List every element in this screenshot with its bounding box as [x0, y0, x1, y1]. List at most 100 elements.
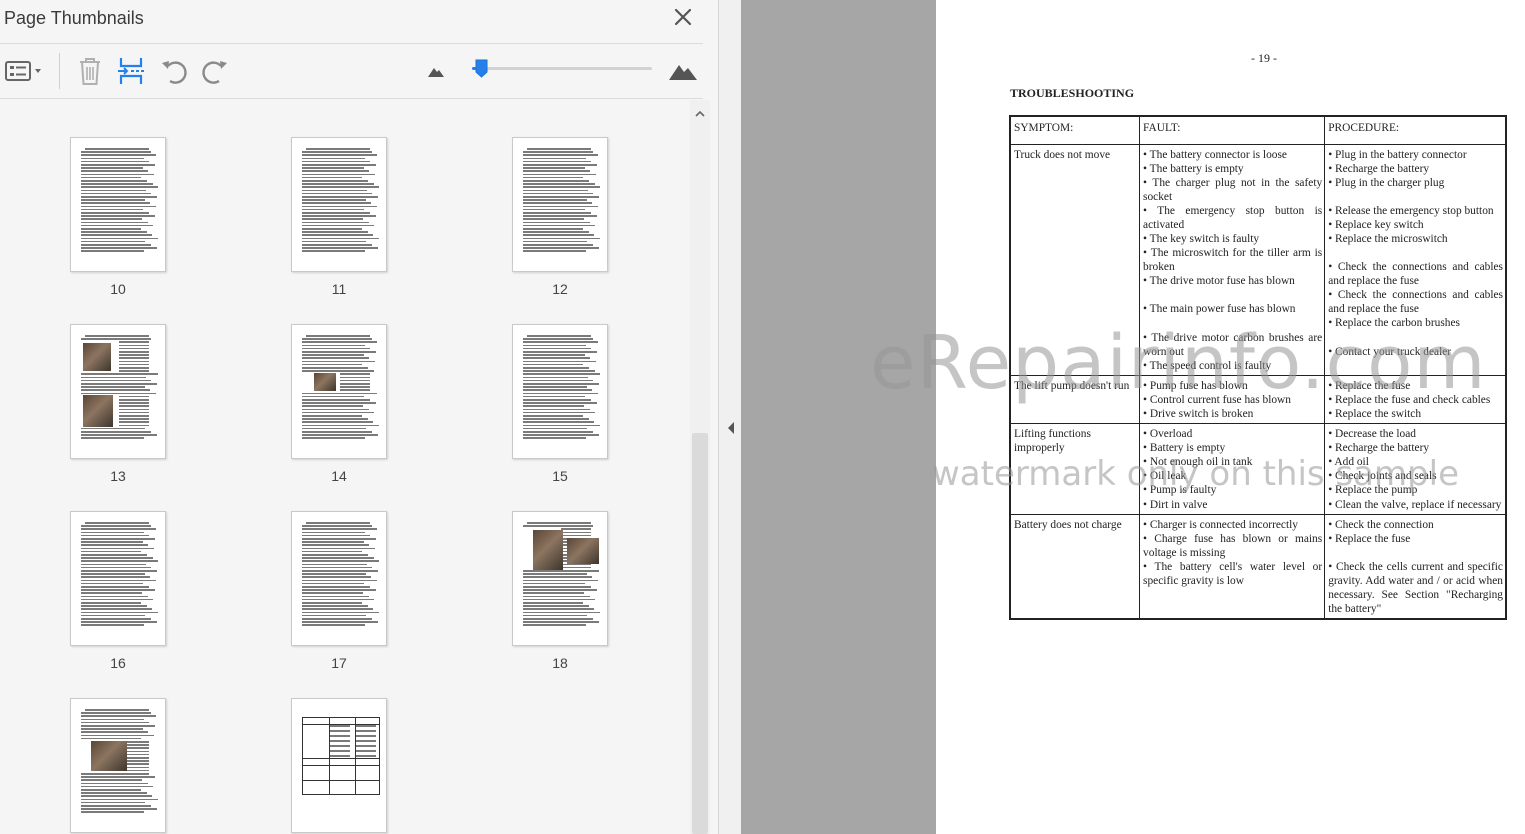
insert-page-icon — [118, 58, 144, 84]
scroll-up-arrow-icon[interactable] — [694, 108, 706, 120]
procedure-item: • Replace the switch — [1328, 408, 1422, 420]
fault-item: • The drive motor fuse has blown — [1143, 275, 1295, 288]
page-thumbnail[interactable]: 15 — [512, 324, 608, 484]
fault-item: • Control current fuse has blown — [1143, 393, 1291, 406]
toolbar-divider — [59, 53, 60, 89]
page-thumbnail[interactable]: 14 — [291, 324, 387, 484]
fault-item: • The battery cell's water level or spec… — [1143, 560, 1323, 588]
procedure-item: • Replace the fuse — [1328, 379, 1411, 392]
page-number: - 19 - — [1251, 51, 1277, 65]
thumbnail-page-preview — [291, 511, 387, 646]
options-menu-button[interactable] — [4, 55, 46, 87]
document-page[interactable]: - 19 - TROUBLESHOOTING SYMPTOM: FAULT: P… — [936, 0, 1525, 834]
thumbnail-grid: 10 11 12 13 14 15 16 17 18 19 20 — [0, 100, 690, 834]
thumbnail-page-preview — [70, 698, 166, 833]
page-thumbnail[interactable]: 11 — [291, 137, 387, 297]
symptom-cell: Battery does not charge — [1009, 513, 1141, 620]
fault-item: • Not enough oil in tank — [1143, 456, 1253, 469]
fault-item: • The emergency stop button is activated — [1143, 204, 1323, 231]
panel-splitter[interactable] — [718, 0, 741, 834]
table-row: Lifting functions improperly • Overload • … — [1009, 423, 1507, 515]
rotate-right-button[interactable] — [200, 55, 230, 87]
procedure-item: • Check joints and seals — [1328, 470, 1437, 483]
thumbnail-page-preview — [291, 324, 387, 459]
fault-item: • Battery is empty — [1143, 442, 1226, 455]
procedure-item: • Check the connections and cables and r… — [1328, 289, 1503, 316]
page-thumbnail[interactable]: 20 — [291, 698, 387, 833]
delete-pages-button[interactable] — [76, 55, 104, 87]
table-row: Battery does not charge • Charger is conn… — [1009, 513, 1507, 620]
fault-item: • The charger plug not in the safety soc… — [1143, 176, 1323, 203]
page-thumbnails-panel: Page Thumbnails 10 11 12 13 14 15 16 17 … — [0, 0, 718, 834]
collapse-panel-arrow-icon[interactable] — [725, 420, 737, 436]
close-panel-button[interactable] — [670, 4, 696, 30]
troubleshooting-table: SYMPTOM: FAULT: PROCEDURE: Truck does no… — [1009, 115, 1507, 621]
document-background — [741, 0, 936, 834]
scrollbar-thumb[interactable] — [692, 433, 708, 834]
fault-item: • Drive switch is broken — [1143, 408, 1254, 420]
thumbnail-photo — [314, 373, 336, 391]
zoom-in-thumbnails-button[interactable] — [667, 55, 699, 87]
thumbnail-page-label: 17 — [331, 655, 347, 671]
fault-item: • Oil leak — [1143, 470, 1187, 483]
thumbnail-scrollbar[interactable] — [690, 100, 710, 834]
fault-item: • Pump is faulty — [1143, 484, 1217, 497]
fault-item: • Dirt in valve — [1143, 498, 1208, 511]
procedure-item: • Plug in the battery connector — [1328, 148, 1467, 161]
symptom-cell: Lifting functions improperly — [1009, 423, 1141, 515]
fault-item: • The main power fuse has blown — [1143, 303, 1296, 316]
procedure-item: • Replace the pump — [1328, 484, 1418, 497]
procedure-item: • Replace the carbon brushes — [1328, 317, 1460, 330]
fault-item: • The battery connector is loose — [1143, 148, 1287, 161]
thumbnail-page-preview — [512, 324, 608, 459]
symptom-cell: The lift pump doesn't run — [1009, 374, 1141, 425]
table-row: Truck does not move • The battery connect… — [1009, 143, 1507, 376]
thumbnail-page-preview — [512, 511, 608, 646]
fault-item: • Pump fuse has blown — [1143, 379, 1248, 392]
procedure-cell: • Replace the fuse • Replace the fuse and… — [1324, 374, 1507, 425]
procedure-item: • Release the emergency stop button — [1328, 204, 1494, 217]
procedure-item: • Check the connections and cables and r… — [1328, 261, 1503, 288]
slider-thumb[interactable] — [475, 59, 488, 78]
small-mountain-icon — [428, 68, 444, 77]
page-thumbnail[interactable]: 19 — [70, 698, 166, 833]
zoom-out-thumbnails-button[interactable] — [426, 55, 446, 87]
procedure-item: • Replace the fuse and check cables — [1328, 393, 1491, 406]
page-thumbnail[interactable]: 13 — [70, 324, 166, 484]
procedure-item: • Plug in the charger plug — [1328, 176, 1445, 189]
fault-cell: • Overload • Battery is empty • Not enough… — [1139, 423, 1326, 515]
thumbnail-size-slider[interactable] — [472, 67, 652, 70]
fault-item: • The drive motor carbon brushes are wor… — [1143, 331, 1323, 358]
list-options-icon — [5, 61, 41, 81]
procedure-item: • Check the cells current and specific g… — [1328, 560, 1503, 616]
procedure-item: • Contact your truck dealer — [1328, 345, 1452, 358]
thumbnail-page-preview — [512, 137, 608, 272]
page-thumbnail[interactable]: 17 — [291, 511, 387, 671]
thumbnail-page-label: 13 — [110, 468, 126, 484]
procedure-cell: • Check the connection • Replace the fuse… — [1324, 513, 1507, 620]
page-thumbnail[interactable]: 16 — [70, 511, 166, 671]
insert-pages-button[interactable] — [117, 55, 145, 87]
fault-cell: • The battery connector is loose • The ba… — [1139, 143, 1326, 376]
large-mountain-icon — [669, 65, 697, 80]
thumbnail-page-label: 16 — [110, 655, 126, 671]
rotate-left-button[interactable] — [159, 55, 189, 87]
section-heading: TROUBLESHOOTING — [1010, 86, 1135, 100]
page-thumbnail[interactable]: 12 — [512, 137, 608, 297]
thumbnail-photo — [83, 343, 111, 371]
procedure-item: • Decrease the load — [1328, 428, 1416, 441]
thumbnail-page-label: 14 — [331, 468, 347, 484]
page-thumbnail[interactable]: 10 — [70, 137, 166, 297]
procedure-item: • Replace the fuse — [1328, 532, 1411, 545]
trash-icon — [80, 58, 100, 85]
column-header-symptom: SYMPTOM: — [1009, 115, 1141, 145]
symptom-cell: Truck does not move — [1009, 143, 1141, 376]
page-thumbnail[interactable]: 18 — [512, 511, 608, 671]
thumbnail-page-label: 12 — [552, 281, 568, 297]
thumbnail-photo — [533, 530, 563, 570]
thumbnail-page-label: 18 — [552, 655, 568, 671]
fault-cell: • Pump fuse has blown • Control current f… — [1139, 374, 1326, 425]
